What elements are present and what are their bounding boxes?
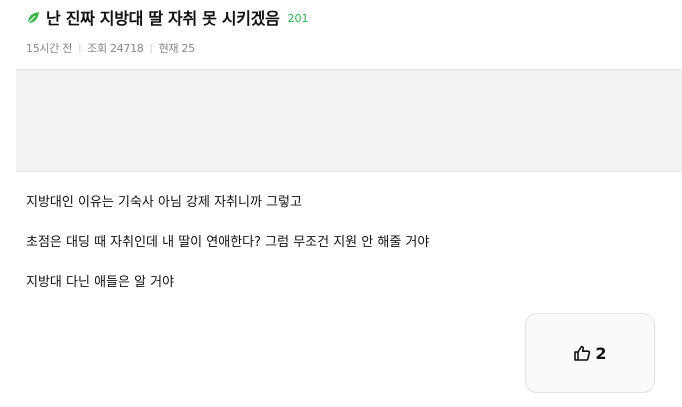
comment-count[interactable]: 201	[288, 12, 309, 25]
media-placeholder	[16, 69, 682, 172]
meta-separator: |	[78, 42, 82, 54]
thumbs-up-icon	[573, 344, 591, 362]
like-count: 2	[595, 343, 607, 363]
post-body-line: 지방대인 이유는 기숙사 아님 강제 자취니까 그렇고	[26, 195, 302, 210]
post-header: 난 진짜 지방대 딸 자취 못 시키겠음 201	[26, 6, 309, 28]
post-title: 난 진짜 지방대 딸 자취 못 시키겠음	[46, 9, 280, 28]
post-body: 지방대인 이유는 기숙사 아님 강제 자취니까 그렇고 초점은 대딩 때 자취인…	[26, 193, 429, 293]
meta-separator: |	[149, 42, 153, 54]
post-meta: 15시간 전 | 조회 24718 | 현재 25	[26, 40, 195, 56]
post-body-line: 초점은 대딩 때 자취인데 내 딸이 연애한다? 그럼 무조건 지원 안 해줄 …	[26, 235, 430, 250]
view-count: 조회 24718	[87, 42, 144, 55]
post-time: 15시간 전	[26, 42, 73, 55]
current-viewers: 현재 25	[158, 42, 196, 55]
leaf-icon	[26, 10, 40, 24]
post-body-line: 지방대 다닌 애들은 알 거야	[26, 275, 175, 290]
like-button[interactable]: 2	[525, 313, 655, 393]
